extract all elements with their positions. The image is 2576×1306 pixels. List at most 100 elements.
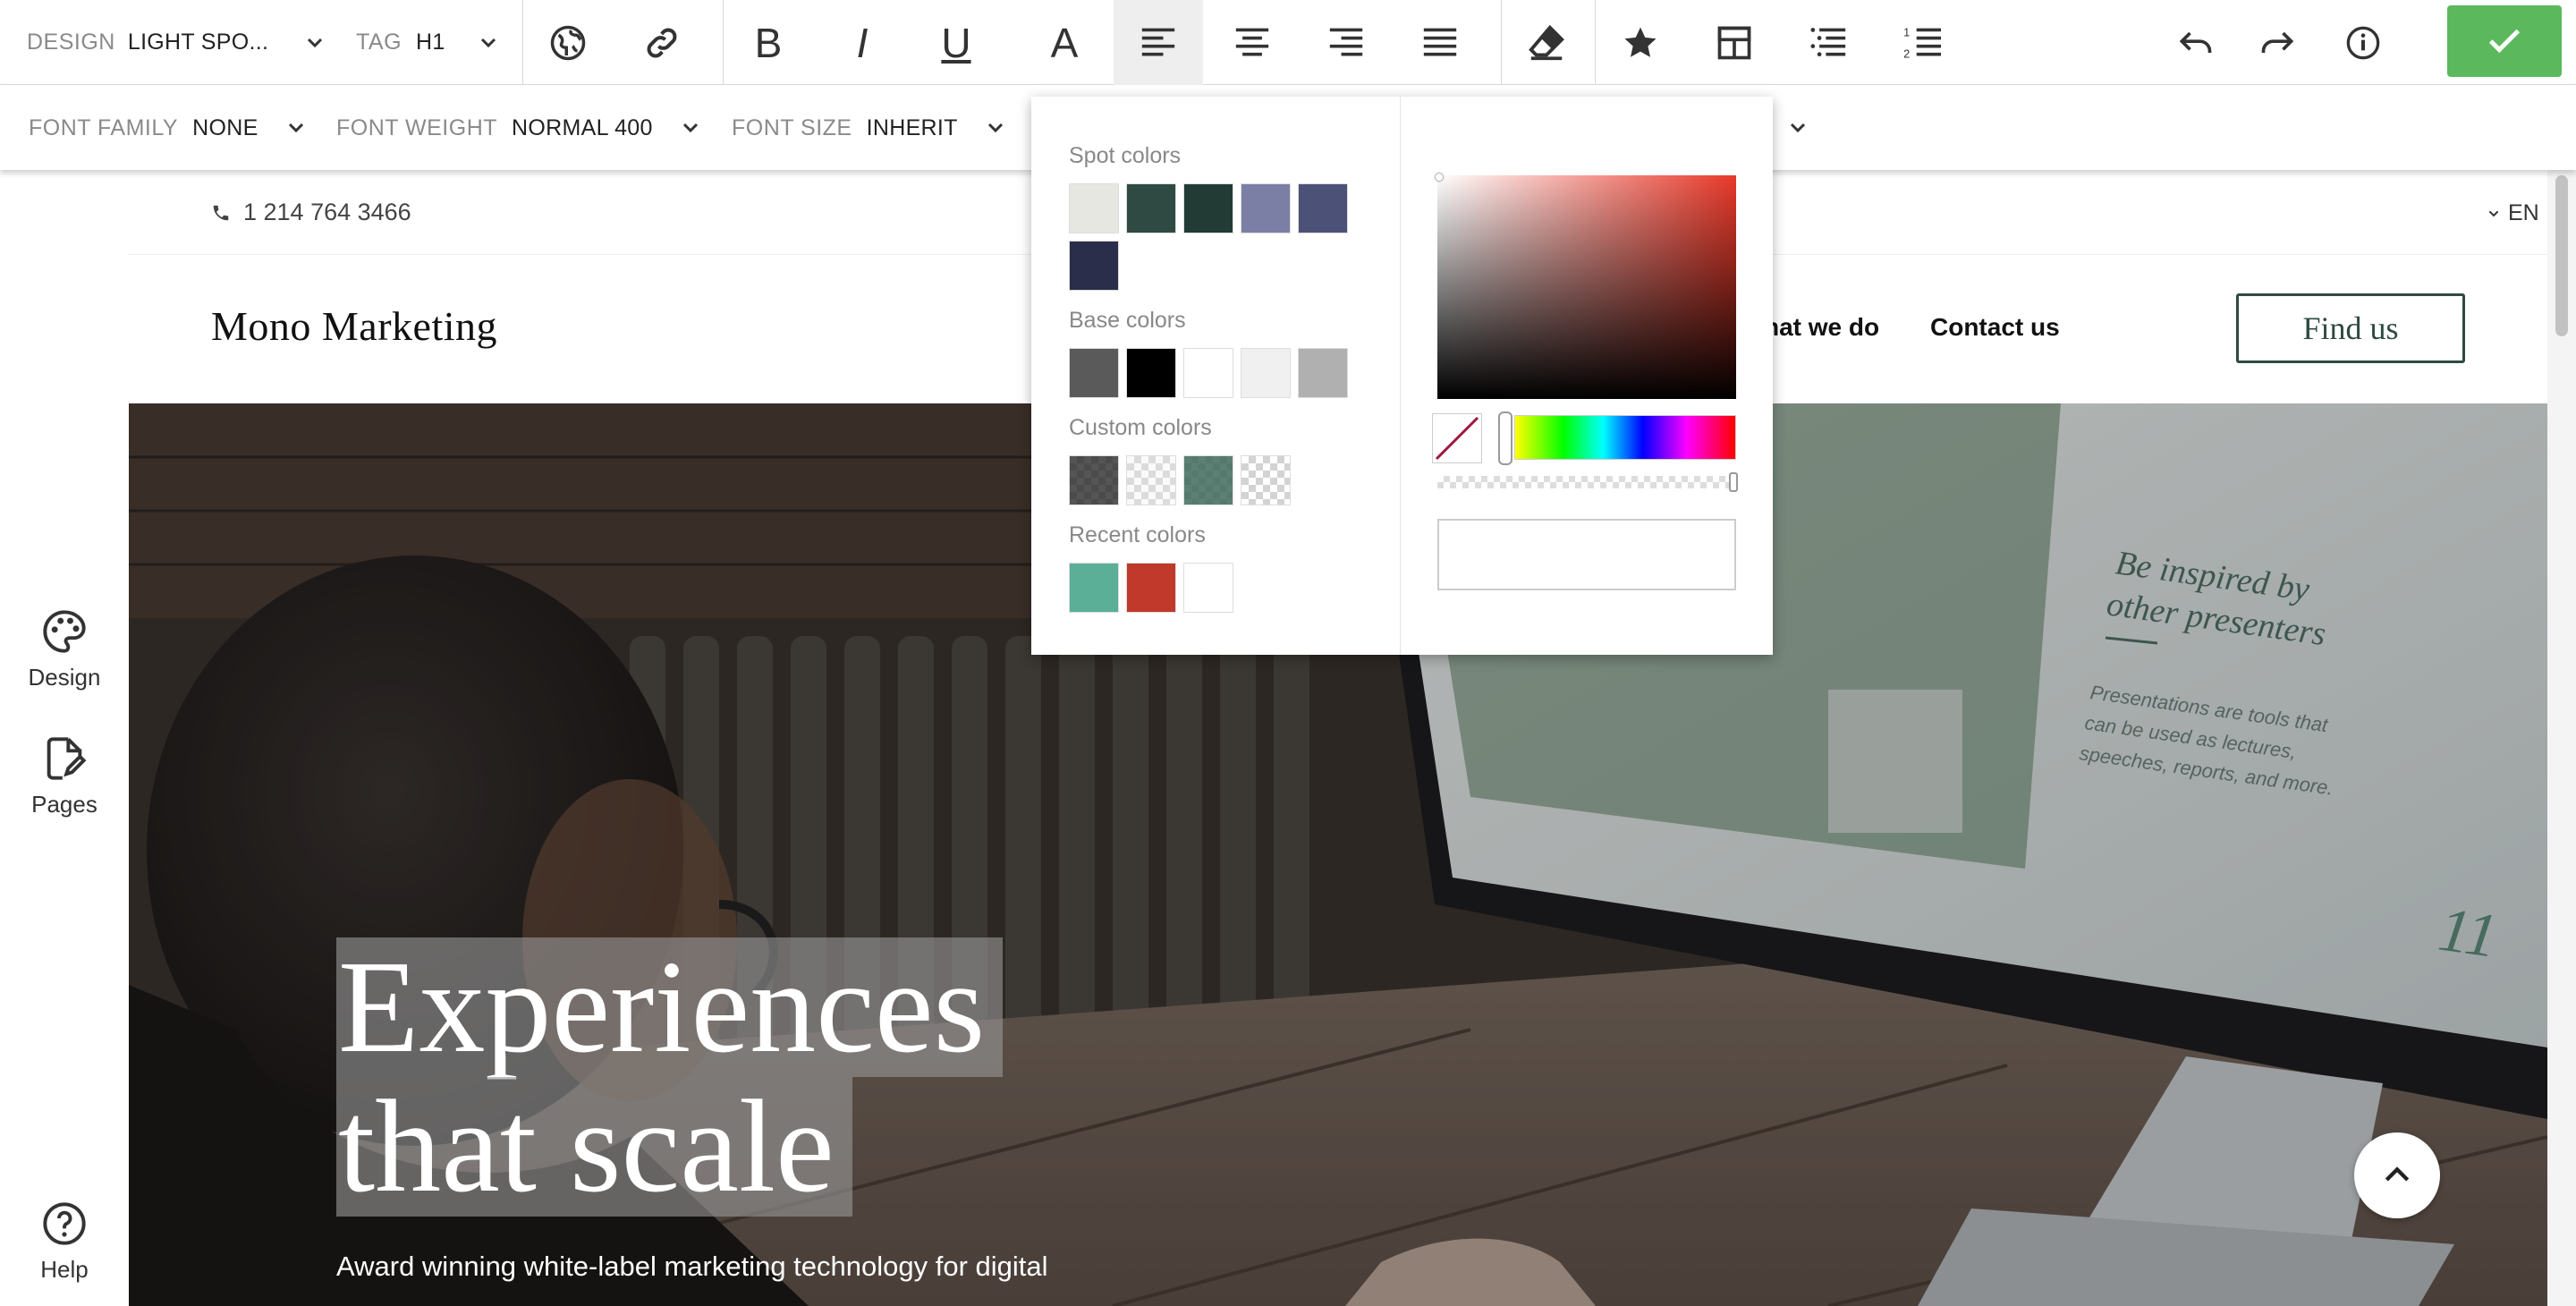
custom-colors-title: Custom colors (1069, 415, 1212, 440)
spot-swatch[interactable] (1183, 183, 1233, 233)
phone-icon (213, 205, 229, 220)
align-center-button[interactable] (1208, 0, 1297, 85)
italic-icon: I (856, 19, 869, 66)
tag-select[interactable]: TAG H1 (356, 0, 499, 85)
page-scrollbar[interactable] (2547, 170, 2576, 1306)
align-left-button[interactable] (1114, 0, 1203, 85)
bullet-list-icon (1810, 27, 1846, 56)
design-select[interactable]: DESIGN LIGHT SPO... (27, 0, 326, 85)
spot-swatch[interactable] (1298, 183, 1348, 233)
sidebar-item-help[interactable]: Help (0, 1200, 129, 1284)
spot-colors-grid (1069, 183, 1364, 291)
base-swatch[interactable] (1183, 348, 1233, 398)
text-color-button[interactable]: A (1020, 0, 1109, 85)
bold-button[interactable]: B (724, 0, 813, 85)
clear-format-button[interactable] (1502, 0, 1591, 85)
phone-number[interactable]: 1 214 764 3466 (211, 199, 411, 226)
confirm-button[interactable] (2447, 5, 2562, 77)
spot-colors-title: Spot colors (1069, 143, 1182, 168)
alpha-slider[interactable] (1437, 476, 1736, 488)
design-label: DESIGN (27, 30, 115, 55)
checkmark-icon (2488, 29, 2521, 54)
design-value: LIGHT SPO... (127, 30, 269, 55)
table-icon (1717, 26, 1751, 59)
nav-contact-us[interactable]: Contact us (1930, 313, 2060, 342)
main-toolbar: DESIGN LIGHT SPO... TAG H1 B I U A 1 2 (0, 0, 2576, 85)
recent-swatch[interactable] (1069, 563, 1119, 613)
chevron-down-icon (308, 38, 323, 47)
custom-swatch[interactable] (1183, 455, 1233, 505)
align-justify-button[interactable] (1395, 0, 1485, 85)
hue-slider-handle[interactable] (1498, 411, 1513, 465)
no-color-icon (1435, 416, 1479, 461)
table-button[interactable] (1690, 0, 1779, 85)
sidebar-item-design[interactable]: Design (0, 608, 129, 691)
find-us-button[interactable]: Find us (2236, 293, 2465, 363)
chevron-down-icon (288, 123, 303, 133)
nav-what-we-do[interactable]: hat we do (1764, 313, 1879, 342)
hero-title-line1: Experiences (336, 937, 1004, 1077)
line-height-select[interactable] (1775, 86, 1809, 170)
undo-button[interactable] (2150, 0, 2240, 85)
custom-swatch[interactable] (1241, 455, 1291, 505)
left-sidebar: Design Pages Help (0, 170, 129, 1306)
redo-button[interactable] (2233, 0, 2323, 85)
recent-colors-title: Recent colors (1069, 522, 1206, 547)
font-size-select[interactable]: FONT SIZE INHERIT (732, 86, 1006, 170)
custom-swatch[interactable] (1069, 455, 1119, 505)
chevron-up-icon (2385, 1166, 2410, 1182)
hue-slider[interactable] (1514, 415, 1736, 460)
italic-button[interactable]: I (818, 0, 907, 85)
alpha-slider-handle[interactable] (1729, 472, 1738, 492)
font-size-label: FONT SIZE (732, 114, 852, 140)
bullet-list-button[interactable] (1784, 0, 1874, 85)
spot-swatch[interactable] (1126, 183, 1176, 233)
base-swatch[interactable] (1298, 348, 1348, 398)
saturation-value-area[interactable] (1437, 175, 1736, 399)
numbered-list-button[interactable]: 12 (1878, 0, 1968, 85)
recent-swatch[interactable] (1126, 563, 1176, 613)
link-button[interactable] (617, 0, 707, 85)
underline-icon: U (941, 19, 971, 66)
info-icon (2346, 26, 2380, 59)
font-weight-select[interactable]: FONT WEIGHT NORMAL 400 (336, 86, 701, 170)
custom-colors-grid (1069, 455, 1364, 505)
base-swatch[interactable] (1126, 348, 1176, 398)
no-color-button[interactable] (1432, 413, 1482, 463)
base-swatch[interactable] (1241, 348, 1291, 398)
tag-value: H1 (416, 30, 445, 55)
globe-button[interactable] (523, 0, 613, 85)
sidebar-item-label: Pages (31, 791, 97, 818)
brand-logo[interactable]: Mono Marketing (211, 302, 497, 350)
picker-divider (1400, 97, 1401, 655)
base-colors-grid (1069, 348, 1364, 398)
spot-swatch[interactable] (1069, 183, 1119, 233)
align-right-button[interactable] (1301, 0, 1391, 85)
align-justify-icon (1423, 28, 1457, 56)
language-select[interactable]: EN (2487, 200, 2539, 226)
page-edit-icon (47, 737, 87, 780)
chevron-down-icon (2488, 210, 2499, 216)
chevron-down-icon (682, 123, 698, 133)
saturation-handle[interactable] (1436, 174, 1443, 181)
redo-icon (2261, 31, 2294, 53)
info-button[interactable] (2318, 0, 2408, 85)
font-family-select[interactable]: FONT FAMILY NONE (29, 86, 307, 170)
numbered-list-icon: 12 (1903, 25, 1941, 60)
font-family-value: NONE (192, 114, 258, 140)
base-swatch[interactable] (1069, 348, 1119, 398)
sidebar-item-pages[interactable]: Pages (0, 735, 129, 818)
scroll-to-top-button[interactable] (2354, 1132, 2440, 1218)
hero-subtitle[interactable]: Award winning white-label marketing tech… (336, 1251, 1048, 1283)
custom-swatch[interactable] (1126, 455, 1176, 505)
spot-swatch[interactable] (1241, 183, 1291, 233)
bold-icon: B (754, 19, 783, 66)
spot-swatch[interactable] (1069, 241, 1119, 291)
underline-button[interactable]: U (911, 0, 1001, 85)
recent-swatch[interactable] (1183, 563, 1233, 613)
hero-title[interactable]: Experiences that scale (336, 937, 1004, 1217)
favorite-button[interactable] (1596, 0, 1685, 85)
hex-color-input[interactable] (1437, 519, 1736, 590)
scrollbar-thumb[interactable] (2555, 175, 2568, 336)
font-size-value: INHERIT (866, 114, 958, 140)
